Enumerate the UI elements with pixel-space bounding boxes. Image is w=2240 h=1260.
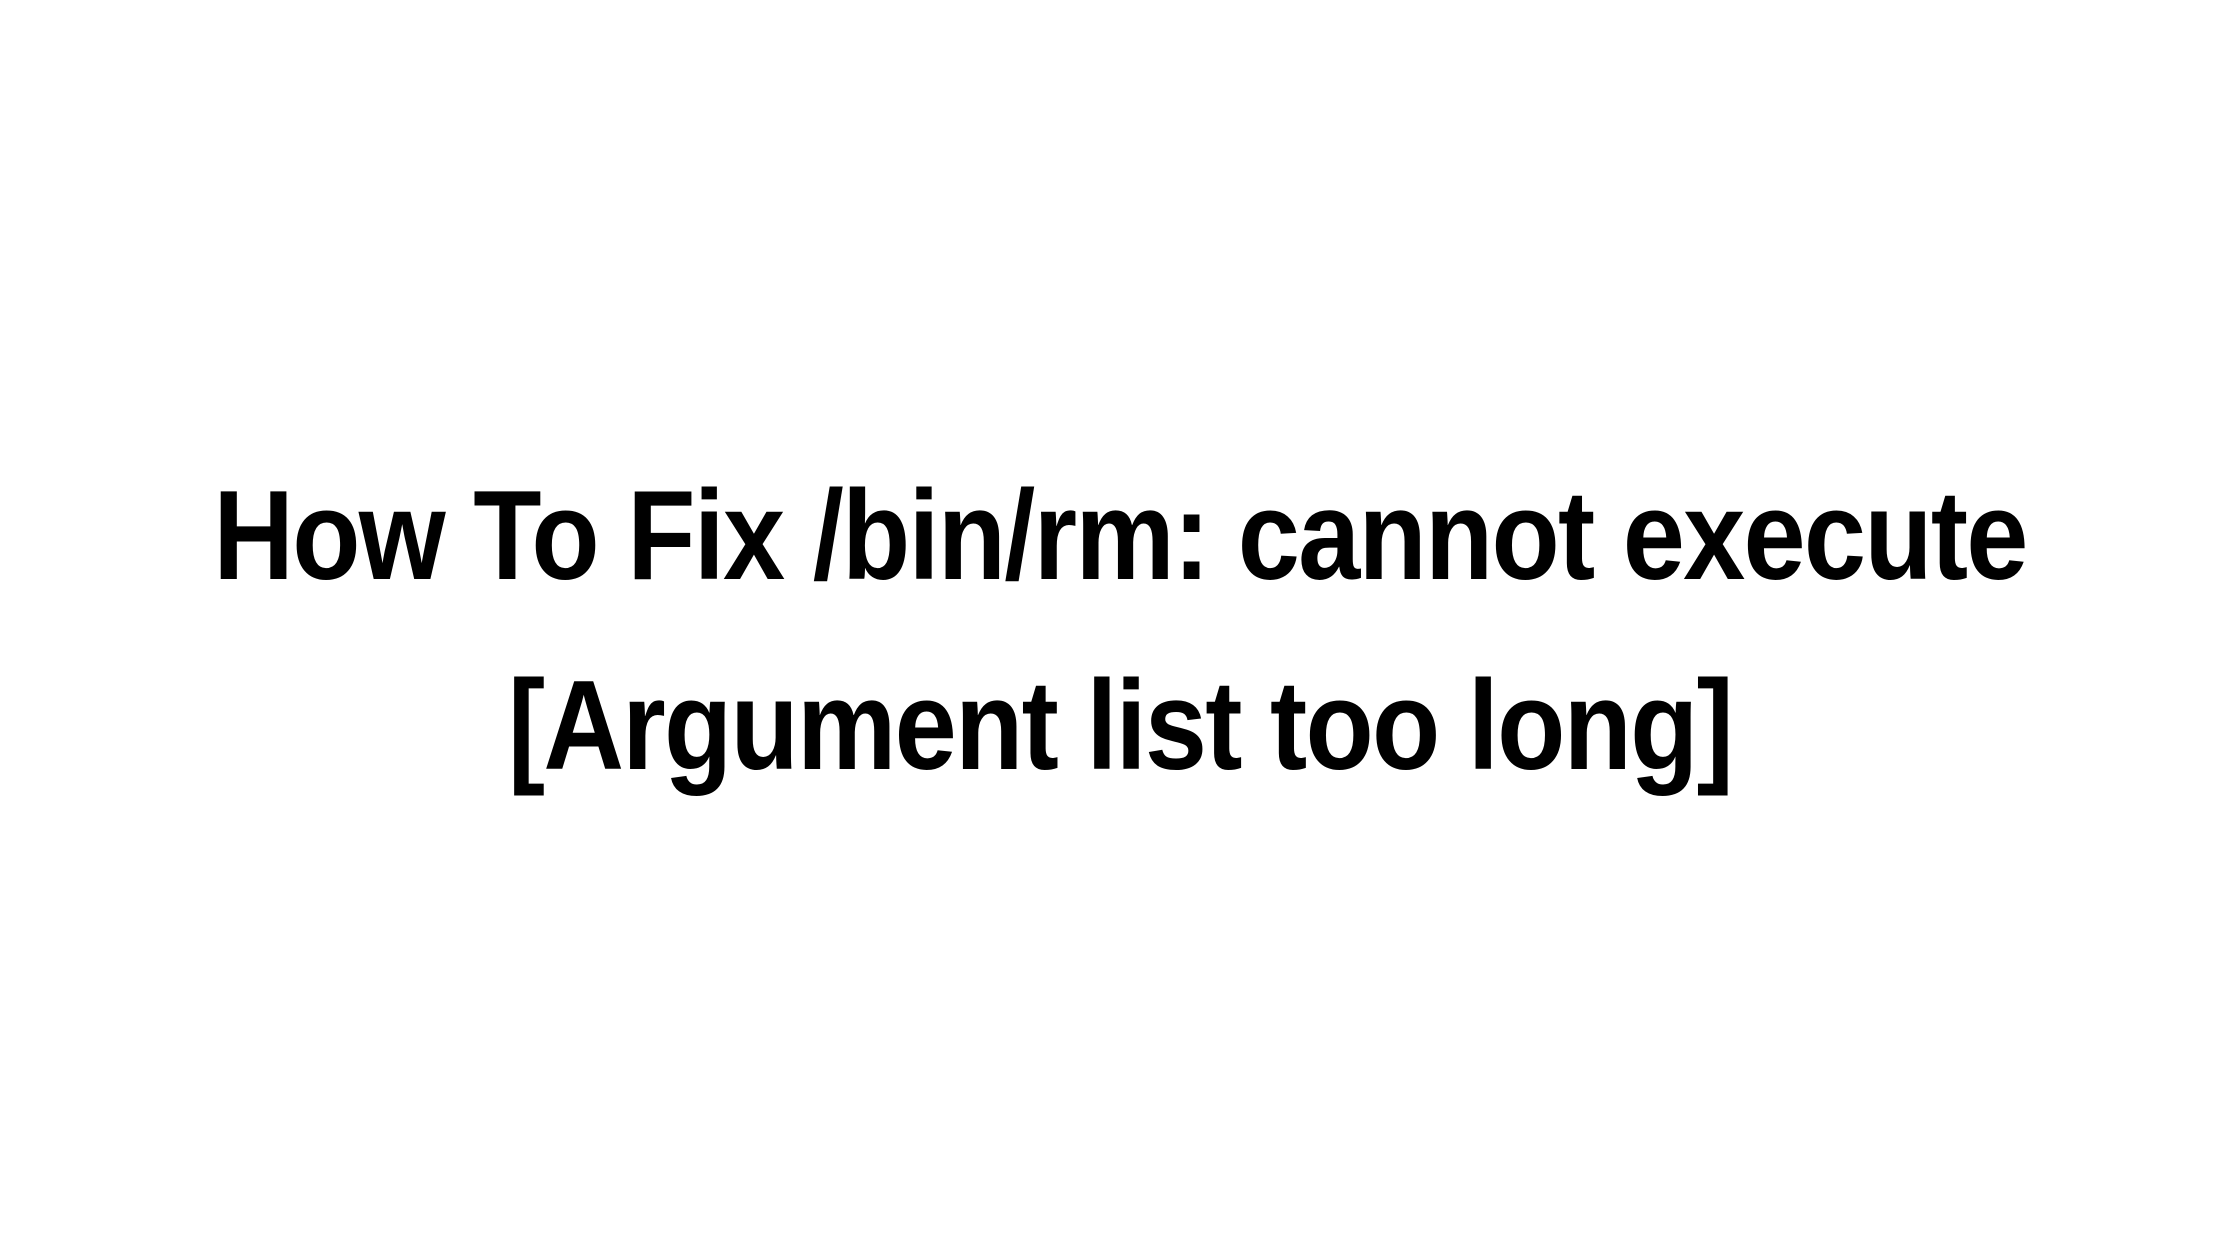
title-line-2: [Argument list too long] bbox=[508, 654, 1732, 796]
title-container: How To Fix /bin/rm: cannot execute [Argu… bbox=[0, 440, 2240, 821]
title-text: How To Fix /bin/rm: cannot execute [Argu… bbox=[205, 440, 2035, 821]
title-line-1: How To Fix /bin/rm: cannot execute bbox=[213, 464, 2026, 606]
